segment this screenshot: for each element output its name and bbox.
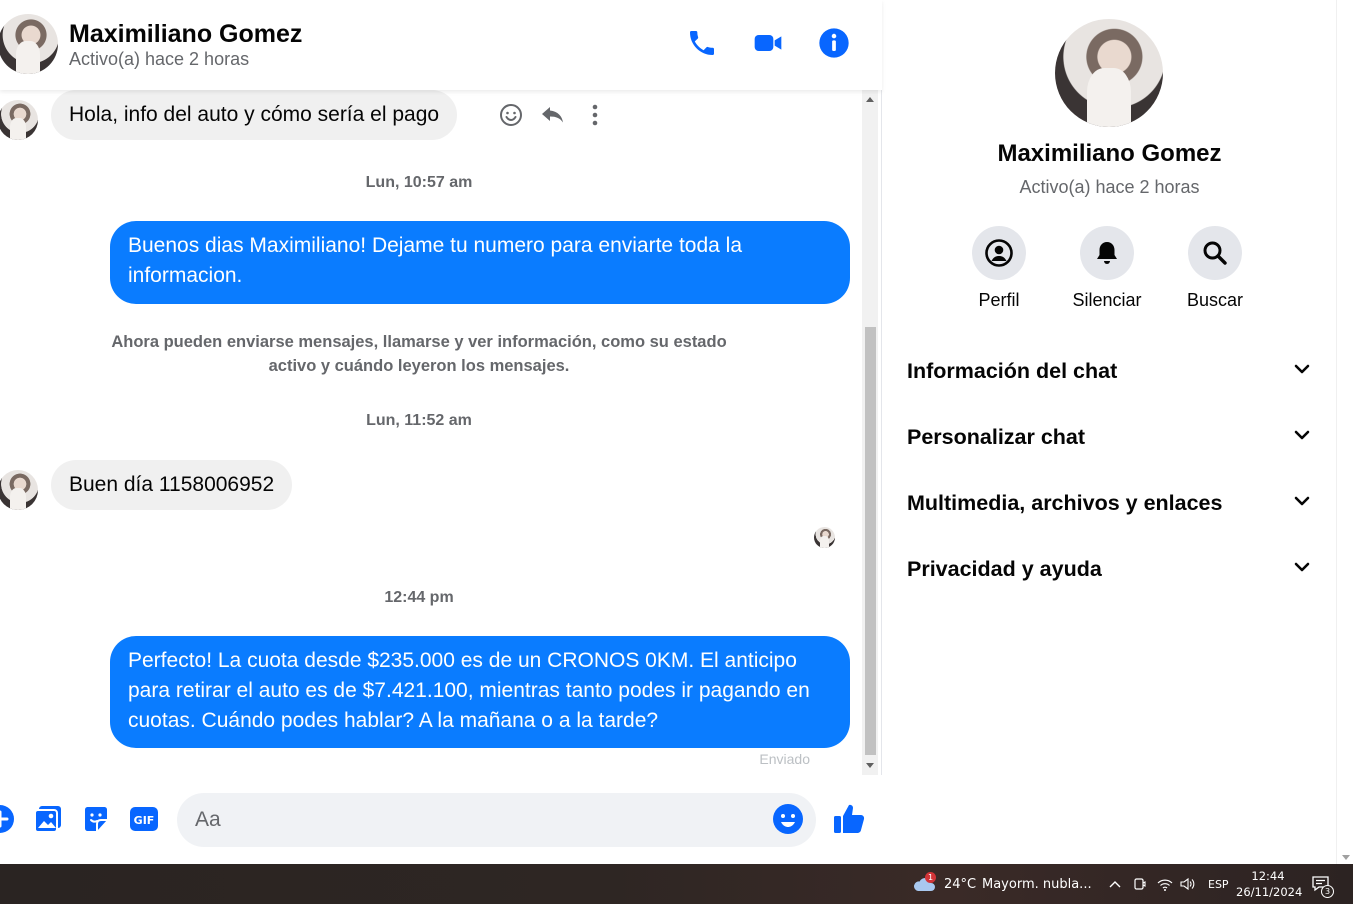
mute-button[interactable]: Silenciar [1062,226,1152,311]
contact-avatar[interactable] [0,14,58,74]
like-icon[interactable] [832,803,865,835]
outgoing-message[interactable]: Perfecto! La cuota desde $235.000 es de … [110,636,850,748]
emoji-icon[interactable] [772,803,804,835]
profile-avatar[interactable] [1055,19,1163,127]
weather-description[interactable]: Mayorm. nubla... [982,864,1092,904]
phone-icon[interactable] [685,26,719,60]
chevron-down-icon [1292,557,1312,582]
meet-icon[interactable] [1134,864,1146,904]
chat-panel: Maximiliano Gomez Activo(a) hace 2 horas… [0,0,882,864]
timestamp: 12:44 pm [384,589,454,606]
bell-icon [1080,226,1134,280]
react-icon[interactable] [498,102,524,128]
profile-button[interactable]: Perfil [954,226,1044,311]
section-chat-info[interactable]: Información del chat [907,346,1312,396]
sent-status: Enviado [759,751,810,767]
message-input[interactable] [177,793,816,847]
system-clock[interactable]: 12:44 26/11/2024 [1236,868,1303,900]
more-options-icon[interactable] [582,102,608,128]
message-scrollbar[interactable] [862,90,878,775]
message-composer: GIF [0,775,882,864]
search-icon [1188,226,1242,280]
weather-alert-badge: 1 [925,872,936,883]
scroll-down-icon[interactable] [1342,855,1350,860]
section-customize-chat[interactable]: Personalizar chat [907,412,1312,462]
reply-icon[interactable] [540,102,566,128]
timestamp: Lun, 10:57 am [365,174,473,191]
section-label: Multimedia, archivos y enlaces [907,490,1223,515]
section-label: Información del chat [907,358,1118,383]
seen-receipt-avatar [814,527,835,548]
page-scrollbar[interactable] [1336,0,1353,864]
windows-taskbar: 1 24°C Mayorm. nubla... ESP 12:44 26/11/… [0,864,1353,904]
notification-count: 3 [1321,885,1334,898]
notification-center-icon[interactable] [1311,864,1331,904]
volume-icon[interactable] [1180,864,1196,904]
chevron-up-icon[interactable] [1109,864,1121,904]
search-label: Buscar [1186,290,1244,310]
clock-time: 12:44 [1251,869,1285,883]
section-media-files-links[interactable]: Multimedia, archivos y enlaces [907,478,1312,528]
section-label: Personalizar chat [907,424,1086,449]
sender-avatar[interactable] [0,470,38,510]
gif-icon[interactable]: GIF [128,803,160,835]
svg-text:GIF: GIF [134,814,155,827]
plus-icon[interactable] [0,803,16,835]
mute-label: Silenciar [1072,290,1142,310]
chevron-down-icon [1292,491,1312,516]
scroll-up-icon[interactable] [866,97,874,102]
scroll-thumb[interactable] [865,327,876,755]
profile-label: Perfil [978,290,1020,310]
image-icon[interactable] [32,803,64,835]
scroll-down-icon[interactable] [866,763,874,768]
system-notice: Ahora pueden enviarse mensajes, llamarse… [111,333,727,375]
chat-header: Maximiliano Gomez Activo(a) hace 2 horas [0,0,882,90]
chevron-down-icon [1292,425,1312,450]
timestamp: Lun, 11:52 am [366,412,472,429]
clock-date: 26/11/2024 [1236,885,1303,899]
info-icon[interactable] [817,26,851,60]
contact-status: Activo(a) hace 2 horas [69,49,250,69]
contact-name[interactable]: Maximiliano Gomez [69,20,302,49]
sticker-icon[interactable] [80,803,112,835]
incoming-message[interactable]: Hola, info del auto y cómo sería el pago [51,90,458,140]
chevron-down-icon [1292,359,1312,384]
message-list[interactable]: Hola, info del auto y cómo sería el pago… [0,90,862,775]
wifi-icon[interactable] [1157,864,1173,904]
profile-name: Maximiliano Gomez [997,140,1222,167]
weather-temperature[interactable]: 24°C [944,864,976,904]
outgoing-message[interactable]: Buenos dias Maximiliano! Dejame tu numer… [110,221,850,304]
messenger-window: Maximiliano Gomez Activo(a) hace 2 horas… [0,0,1353,864]
input-language[interactable]: ESP [1208,864,1229,904]
profile-icon [972,226,1026,280]
incoming-message[interactable]: Buen día 1158006952 [51,460,293,510]
message-actions [498,102,608,128]
section-privacy-help[interactable]: Privacidad y ayuda [907,544,1312,594]
section-label: Privacidad y ayuda [907,556,1102,581]
video-icon[interactable] [751,26,785,60]
search-button[interactable]: Buscar [1170,226,1260,311]
conversation-info-panel: Maximiliano Gomez Activo(a) hace 2 horas… [883,0,1336,864]
profile-status: Activo(a) hace 2 horas [1019,177,1200,197]
sender-avatar[interactable] [0,100,38,140]
